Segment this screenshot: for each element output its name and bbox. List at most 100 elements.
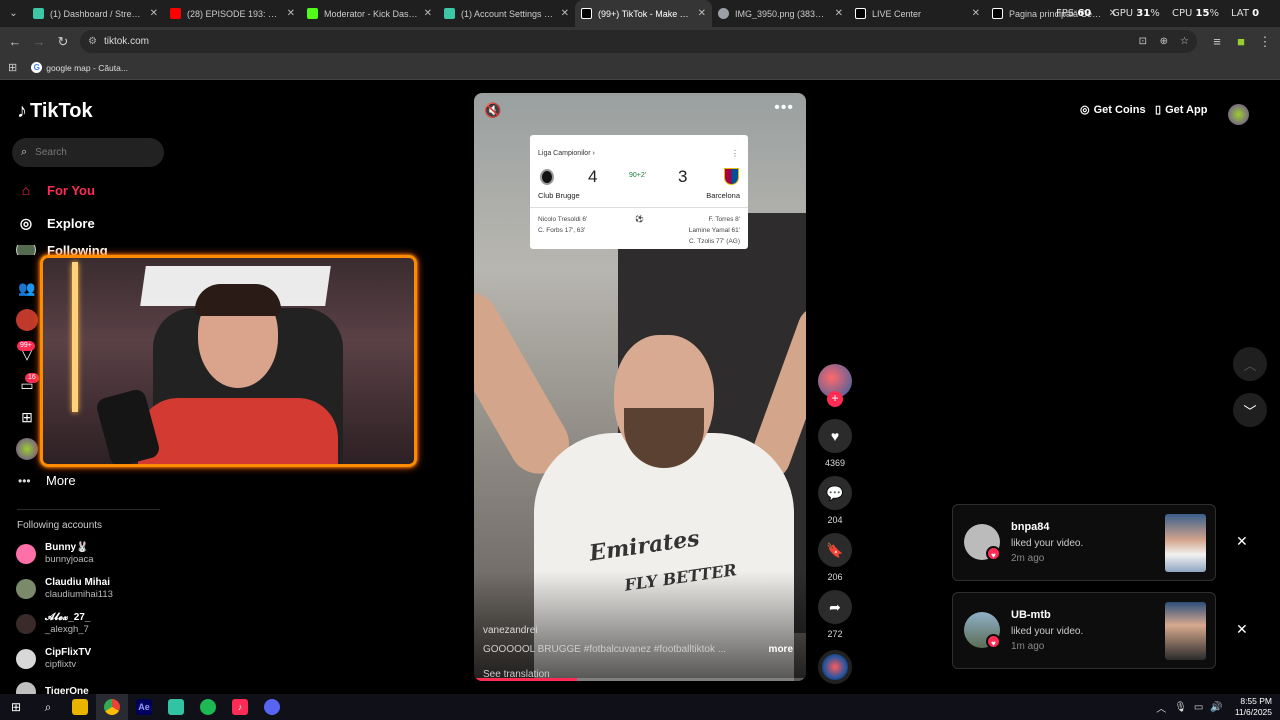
close-tab-icon[interactable]: ✕ — [972, 8, 980, 19]
close-icon[interactable]: ✕ — [1236, 621, 1248, 638]
upload-icon[interactable]: ⊞ — [16, 406, 38, 428]
live-avatar-icon[interactable] — [16, 309, 38, 331]
streamer-shirt — [138, 398, 338, 464]
football-icon: ⚽ — [635, 216, 644, 223]
nav-following[interactable]: Following — [16, 245, 108, 255]
install-app-icon[interactable]: ⊡ — [1139, 36, 1147, 47]
microphone — [94, 387, 162, 464]
browser-tab[interactable]: (28) EPISODE 193: GHITA✕ — [164, 0, 301, 27]
zoom-icon[interactable]: ⊕ — [1160, 36, 1168, 47]
following-avatar — [16, 245, 36, 255]
following-account[interactable]: TigerOne — [16, 682, 89, 694]
chrome-icon[interactable] — [96, 694, 128, 720]
tiktok-logo[interactable]: ♪ TikTok — [17, 100, 93, 123]
perf-overlay-fps: FPS 60 — [1056, 8, 1092, 19]
discord-icon[interactable] — [256, 694, 288, 720]
video-thumbnail[interactable] — [1165, 514, 1206, 572]
avatar — [16, 579, 36, 599]
microphone-icon[interactable]: 🎙 — [1174, 702, 1187, 713]
close-tab-icon[interactable]: ✕ — [561, 8, 569, 19]
webcam-overlay — [40, 255, 417, 467]
google-icon: G — [31, 62, 43, 73]
browser-tab[interactable]: LIVE Center ✕ — [849, 0, 986, 27]
tiktok-app-icon[interactable]: ♪ — [224, 694, 256, 720]
back-icon[interactable]: ← — [3, 30, 27, 54]
close-tab-icon[interactable]: ✕ — [424, 8, 432, 19]
browser-tab-active[interactable]: (99+) TikTok - Make Your Day✕ — [575, 0, 712, 27]
after-effects-icon[interactable]: Ae — [128, 694, 160, 720]
share-arrow-icon: ➦ — [818, 590, 852, 624]
profile-avatar[interactable] — [1228, 104, 1249, 125]
windows-start-icon[interactable]: ⊞ — [0, 694, 32, 720]
barcelona-crest-icon — [724, 168, 739, 185]
video-player[interactable]: Emirates FLY BETTER 🔇 ••• Liga Campionil… — [474, 93, 806, 681]
next-video-button[interactable]: ﹀ — [1233, 393, 1267, 427]
close-tab-icon[interactable]: ✕ — [287, 8, 295, 19]
search-icon: ⌕ — [21, 146, 28, 158]
get-coins-button[interactable]: ◎ Get Coins — [1080, 103, 1146, 117]
system-clock[interactable]: 8:55 PM 11/6/2025 — [1235, 696, 1272, 718]
share-button[interactable]: ➦ 272 — [818, 590, 852, 639]
profile-avatar-icon[interactable] — [16, 438, 38, 460]
close-tab-icon[interactable]: ✕ — [835, 8, 843, 19]
reload-icon[interactable]: ↻ — [51, 30, 75, 54]
bookmark-star-icon[interactable]: ☆ — [1180, 36, 1189, 47]
heart-icon: ♥ — [818, 419, 852, 453]
following-account[interactable]: 𝓐𝓵𝓮𝔁_27_ _alexgh_7 — [16, 612, 90, 636]
video-progress-bar[interactable] — [474, 678, 806, 681]
home-goals: Nicolo Tresoldi 6' C. Forbs 17', 63' — [538, 216, 588, 234]
previous-video-button[interactable]: ︿ — [1233, 347, 1267, 381]
apps-grid-icon[interactable]: ⊞ — [8, 61, 17, 74]
site-info-icon[interactable]: ⚙ — [88, 36, 97, 47]
forward-icon[interactable]: → — [27, 30, 51, 54]
browser-tab[interactable]: IMG_3950.png (383×832) ✕ — [712, 0, 849, 27]
nav-for-you[interactable]: ⌂ For You — [16, 180, 95, 200]
chevron-up-icon[interactable]: ︿ — [1156, 700, 1166, 715]
like-button[interactable]: ♥ 4369 — [818, 419, 852, 468]
comment-button[interactable]: 💬 204 — [818, 476, 852, 525]
address-bar[interactable]: ⚙ tiktok.com ⊡ ⊕ ☆ — [80, 30, 1197, 53]
file-explorer-icon[interactable] — [64, 694, 96, 720]
tiktok-favicon — [992, 8, 1003, 19]
reading-list-icon[interactable]: ≡ — [1205, 30, 1229, 54]
streamlabs-icon[interactable] — [160, 694, 192, 720]
nav-more[interactable]: ••• More — [18, 473, 76, 488]
extension-icon[interactable]: ■ — [1229, 30, 1253, 54]
video-thumbnail[interactable] — [1165, 602, 1206, 660]
search-input[interactable]: ⌕ Search — [12, 138, 164, 167]
save-button[interactable]: 🔖 206 — [818, 533, 852, 582]
browser-tab[interactable]: (1) Account Settings / Streamlabs✕ — [438, 0, 575, 27]
video-author[interactable]: vanezandrei — [483, 625, 537, 636]
muted-speaker-icon[interactable]: 🔇 — [484, 102, 501, 119]
browser-menu-icon[interactable]: ⋮ — [1253, 30, 1277, 54]
get-app-button[interactable]: ▯ Get App — [1155, 103, 1207, 117]
club-brugge-crest-icon — [540, 169, 554, 185]
following-account[interactable]: Bunny🐰 bunnyjoaca — [16, 542, 94, 566]
music-disc-icon[interactable] — [818, 650, 852, 684]
browser-tab[interactable]: Pagina principală Centru ✕ — [986, 0, 1123, 27]
caption-more-button[interactable]: more — [769, 644, 793, 655]
close-tab-icon[interactable]: ✕ — [150, 8, 158, 19]
nav-explore[interactable]: ◎ Explore — [16, 213, 95, 233]
following-account[interactable]: Claudiu Mihai claudiumihai113 — [16, 577, 113, 601]
match-scorecard: Liga Campionilor › ⋮ 4 90+2' 3 Club Brug… — [530, 135, 748, 249]
follow-plus-icon[interactable]: + — [827, 391, 843, 407]
notification-card[interactable]: ♥ UB-mtb liked your video. 1m ago ✕ — [952, 592, 1248, 669]
match-time: 90+2' — [629, 172, 647, 179]
notification-card[interactable]: ♥ bnpa84 liked your video. 2m ago ✕ — [952, 504, 1248, 581]
following-accounts-title: Following accounts — [17, 520, 103, 531]
video-more-icon[interactable]: ••• — [774, 99, 794, 117]
sidebar-divider — [17, 509, 160, 510]
search-icon[interactable]: ⌕ — [32, 694, 64, 720]
browser-tab[interactable]: Moderator - Kick Dashboard✕ — [301, 0, 438, 27]
spotify-icon[interactable] — [192, 694, 224, 720]
network-icon[interactable]: ▭ — [1194, 702, 1203, 713]
friends-icon[interactable]: 👥 — [16, 277, 38, 299]
bookmark-google-maps[interactable]: Ggoogle map - Căuta... — [31, 62, 128, 73]
volume-icon[interactable]: 🔊 — [1210, 702, 1222, 713]
close-tab-icon[interactable]: ✕ — [698, 8, 706, 19]
browser-tab[interactable]: (1) Dashboard / Streamlabs✕ — [27, 0, 164, 27]
tab-search-icon[interactable]: ⌄ — [0, 0, 27, 27]
following-account[interactable]: CipFlixTV cipflixtv — [16, 647, 91, 671]
close-icon[interactable]: ✕ — [1236, 533, 1248, 550]
